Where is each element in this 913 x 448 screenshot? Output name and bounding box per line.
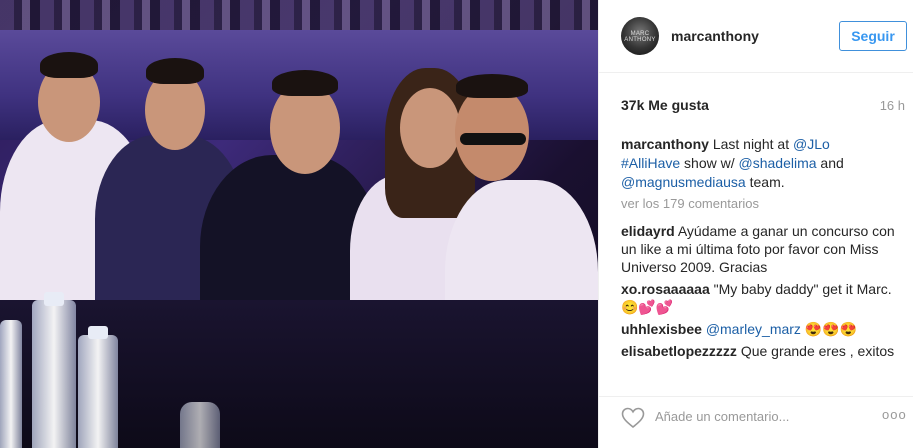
person-4-head [400, 88, 460, 168]
likes-count[interactable]: 37k Me gusta [621, 97, 709, 113]
post-photo[interactable] [0, 0, 598, 448]
post-caption: marcanthony Last night at @JLo #AlliHave… [621, 135, 901, 192]
hashtag-allihave[interactable]: #AlliHave [621, 155, 680, 171]
person-2-hair [146, 58, 204, 84]
view-all-comments-link[interactable]: ver los 179 comentarios [621, 196, 759, 211]
water-bottle-3 [0, 320, 22, 448]
comment: xo.rosaaaaaa "My baby daddy" get it Marc… [621, 280, 906, 316]
water-bottle-2 [78, 335, 118, 448]
bottle-cap-2 [88, 326, 108, 339]
person-1-hair [40, 52, 98, 78]
comment-username[interactable]: elisabetlopezzzzz [621, 343, 737, 359]
heart-outline-icon[interactable] [621, 407, 645, 429]
person-3-hair [272, 70, 338, 96]
person-5-hair [456, 74, 528, 98]
water-bottle-1 [32, 300, 76, 448]
header-username[interactable]: marcanthony [671, 28, 759, 44]
bottle-cap-1 [44, 292, 64, 306]
post-header: MARC ANTHONY marcanthony Seguir [599, 0, 913, 73]
comment-username[interactable]: elidayrd [621, 223, 675, 239]
comment: elisabetlopezzzzz Que grande eres , exit… [621, 342, 906, 360]
more-options-icon[interactable]: ooo [882, 407, 907, 422]
comment: elidayrd Ayúdame a ganar un concurso con… [621, 222, 906, 276]
sunglasses [460, 133, 526, 145]
comment: uhhlexisbee @marley_marz 😍😍😍 [621, 320, 906, 338]
comment-username[interactable]: uhhlexisbee [621, 321, 702, 337]
mention-marley-marz[interactable]: @marley_marz [706, 321, 801, 337]
caption-text-3: and [820, 155, 844, 171]
comment-text: 😍😍😍 [804, 321, 858, 337]
caption-text-4: team. [749, 174, 785, 190]
comment-bar: ooo [599, 396, 913, 448]
mention-jlo[interactable]: @JLo [793, 136, 830, 152]
comment-username[interactable]: xo.rosaaaaaa [621, 281, 710, 297]
mention-shadelima[interactable]: @shadelima [739, 155, 817, 171]
comment-text: Que grande eres , exitos [740, 343, 895, 359]
mention-magnusmediausa[interactable]: @magnusmediausa [621, 174, 746, 190]
caption-text-2: show w/ [684, 155, 735, 171]
caption-text-1: Last night at [712, 136, 790, 152]
post-time[interactable]: 16 h [880, 98, 905, 113]
follow-button[interactable]: Seguir [839, 21, 907, 51]
comments-list: elidayrd Ayúdame a ganar un concurso con… [621, 222, 906, 362]
caption-username[interactable]: marcanthony [621, 136, 709, 152]
add-comment-input[interactable] [655, 409, 835, 424]
avatar[interactable]: MARC ANTHONY [621, 17, 659, 55]
post-details-panel: MARC ANTHONY marcanthony Seguir 37k Me g… [598, 0, 913, 448]
glass [180, 402, 220, 448]
avatar-text: MARC ANTHONY [624, 31, 656, 43]
